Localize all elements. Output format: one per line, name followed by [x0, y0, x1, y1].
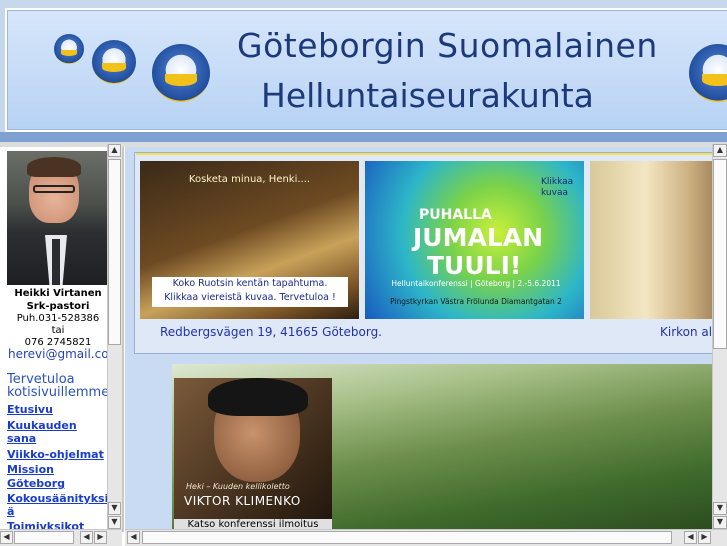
welcome-line2: kotisivuillemme: [7, 385, 110, 400]
site-title-line2: Helluntaiseurakunta: [261, 76, 594, 115]
site-title-line1: Göteborgin Suomalainen: [237, 26, 658, 65]
slideshow-border-line: [136, 153, 727, 155]
nav-link-kokousaanityksia[interactable]: Kokousäänityksi: [7, 492, 108, 505]
phone-or: tai: [51, 325, 65, 336]
main-scroll-thumb[interactable]: [713, 159, 727, 349]
church-info-link: Kirkon al: [660, 325, 713, 339]
church-address: Redbergsvägen 19, 41665 Göteborg.: [160, 325, 382, 339]
banner-stripe: [0, 132, 727, 142]
left-frame: Heikki Virtanen Srk-pastori Puh.031-5283…: [0, 147, 124, 532]
dove-lamp-logo-icon: [92, 40, 136, 84]
slide2-title-tuuli: TUULI!: [427, 251, 522, 280]
slide-wheat-image[interactable]: Kosketa minua, Henki.... Koko Ruotsin ke…: [140, 161, 359, 319]
main-hscroll-thumb[interactable]: [142, 531, 672, 544]
nav-link-a[interactable]: ä: [7, 505, 14, 518]
slide2-click-line1: Klikkaa: [541, 177, 574, 187]
scroll-right-arrow-icon[interactable]: ▶: [94, 531, 107, 544]
slide1-caption-box: Koko Ruotsin kentän tapahtuma. Klikkaa v…: [152, 277, 348, 307]
left-scroll-thumb[interactable]: [108, 159, 121, 345]
scroll-up-arrow-icon[interactable]: ▲: [108, 144, 121, 157]
slide1-caption-top: Kosketa minua, Henki....: [188, 174, 311, 185]
scroll-left-arrow-icon[interactable]: ◀: [80, 531, 93, 544]
slide1-caption-line2: Klikkaa viereistä kuvaa. Tervetuloa !: [164, 292, 336, 303]
nav-link-kuukauden[interactable]: Kuukauden: [7, 419, 77, 432]
pastor-photo: [7, 151, 107, 285]
nav-link-mission[interactable]: Mission: [7, 463, 54, 476]
slide2-church-line: Pingstkyrkan Västra Frölunda Diamantgata…: [390, 297, 562, 306]
album-artist-name: VIKTOR KLIMENKO: [184, 494, 301, 508]
email-link[interactable]: herevi@gmail.com: [8, 347, 120, 361]
slide2-conference-line: Helluntaikonferenssi | Göteborg | 2.-5.6…: [391, 279, 561, 288]
nav-link-goteborg[interactable]: Göteborg: [7, 477, 65, 490]
slide2-click-line2: kuvaa: [541, 188, 568, 198]
slide1-caption-line1: Koko Ruotsin kentän tapahtuma.: [172, 278, 328, 289]
scroll-left-arrow-icon[interactable]: ◀: [684, 531, 697, 544]
slide2-title-puhalla: PUHALLA: [419, 207, 492, 223]
scroll-down-arrow-icon[interactable]: ▼: [108, 502, 121, 515]
pastor-role: Srk-pastori: [26, 301, 90, 312]
album-artist-hair: [208, 378, 308, 416]
pastor-glasses: [33, 185, 75, 193]
slide-church-interior[interactable]: [590, 161, 727, 319]
scroll-down-arrow-icon[interactable]: ▼: [713, 516, 727, 529]
slide2-title-jumalan: JUMALAN: [413, 223, 544, 252]
nav-link-sana[interactable]: sana: [7, 432, 36, 445]
garden-photo: Heki – Kuuden kellikoletto VIKTOR KLIMEN…: [172, 364, 727, 532]
scroll-up-arrow-icon[interactable]: ▲: [713, 144, 727, 157]
nav-link-viikko-ohjelmat[interactable]: Viikko-ohjelmat: [7, 448, 104, 461]
scroll-down-arrow-icon[interactable]: ▼: [713, 502, 727, 515]
dove-lamp-logo-icon: [54, 34, 84, 64]
scroll-left-arrow-icon[interactable]: ◀: [127, 531, 140, 544]
pastor-tie: [52, 239, 60, 285]
left-hscroll-thumb[interactable]: [14, 531, 74, 544]
scroll-right-arrow-icon[interactable]: ▶: [698, 531, 711, 544]
pastor-name: Heikki Virtanen: [14, 288, 102, 299]
slide2-click-hint: Klikkaa kuvaa: [541, 177, 573, 199]
album-cover[interactable]: Heki – Kuuden kellikoletto VIKTOR KLIMEN…: [174, 378, 332, 532]
slide-conference-poster[interactable]: Klikkaa kuvaa PUHALLA JUMALAN TUULI! Hel…: [365, 161, 584, 319]
scroll-left-arrow-icon[interactable]: ◀: [0, 531, 13, 544]
main-frame: Kosketa minua, Henki.... Koko Ruotsin ke…: [125, 147, 727, 532]
pastor-phone: Puh.031-528386: [16, 313, 100, 324]
pastor-hair: [27, 157, 81, 177]
album-subtitle: Heki – Kuuden kellikoletto: [186, 482, 290, 491]
dove-lamp-logo-icon: [152, 44, 210, 102]
welcome-heading: Tervetuloa kotisivuillemme: [7, 373, 109, 399]
scroll-down-arrow-icon[interactable]: ▼: [108, 516, 121, 529]
nav-link-etusivu[interactable]: Etusivu: [7, 403, 53, 416]
